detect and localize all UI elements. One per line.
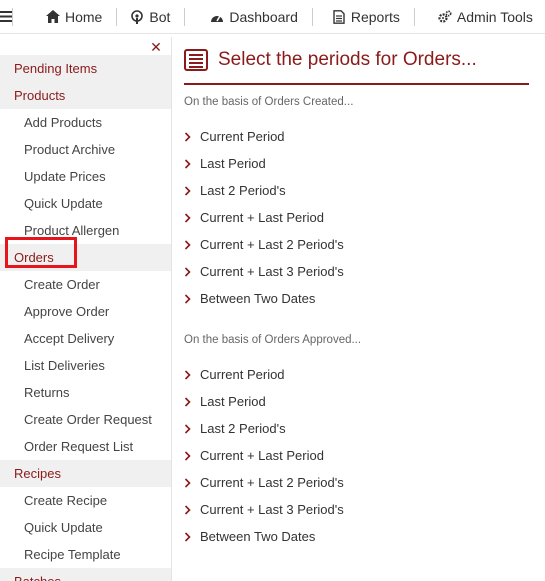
sidebar-item-accept-delivery[interactable]: Accept Delivery <box>0 325 171 352</box>
nav-dashboard-label: Dashboard <box>229 8 298 25</box>
sidebar-menu: Pending Items Products Add Products Product… <box>0 55 171 581</box>
nav-reports-label: Reports <box>350 8 400 25</box>
approved-period-label: Between Two Dates <box>200 529 316 544</box>
nav-bot[interactable]: Bot <box>116 0 184 33</box>
sidebar-item-approve-order[interactable]: Approve Order <box>0 298 171 325</box>
chevron-right-icon <box>184 450 200 461</box>
chevron-right-icon <box>184 369 200 380</box>
created-period-link[interactable]: Last 2 Period's <box>184 177 545 204</box>
nav-reports[interactable]: Reports <box>311 0 414 33</box>
sidebar-item-order-request-list[interactable]: Order Request List <box>0 433 171 460</box>
approved-period-link[interactable]: Last 2 Period's <box>184 415 545 442</box>
chevron-right-icon <box>184 504 200 515</box>
chevron-right-icon <box>184 185 200 196</box>
list-icon <box>184 49 208 71</box>
podcast-icon <box>130 9 144 24</box>
home-icon <box>46 10 60 24</box>
created-period-label: Last Period <box>200 156 266 171</box>
sidebar-group-batches[interactable]: Batches <box>0 568 171 581</box>
nav-home[interactable]: Home <box>12 0 116 33</box>
sidebar-item-recipe-template[interactable]: Recipe Template <box>0 541 171 568</box>
nav-bot-label: Bot <box>149 8 171 25</box>
hamburger-menu-icon[interactable] <box>0 0 12 33</box>
page-header: Select the periods for Orders... <box>184 37 529 85</box>
sidebar-item-update-prices[interactable]: Update Prices <box>0 163 171 190</box>
created-period-label: Last 2 Period's <box>200 183 286 198</box>
close-icon[interactable]: ✕ <box>150 40 162 54</box>
chevron-right-icon <box>184 131 200 142</box>
nav-dashboard[interactable]: Dashboard <box>184 0 312 33</box>
chevron-right-icon <box>184 158 200 169</box>
sidebar-group-products[interactable]: Products <box>0 82 171 109</box>
section-label-approved: On the basis of Orders Approved... <box>184 334 362 346</box>
approved-period-link[interactable]: Last Period <box>184 388 545 415</box>
created-period-label: Current Period <box>200 129 285 144</box>
page-title: Select the periods for Orders... <box>218 49 477 70</box>
chevron-right-icon <box>184 293 200 304</box>
nav-home-label: Home <box>65 8 103 25</box>
sidebar-item-quick-update[interactable]: Quick Update <box>0 514 171 541</box>
document-icon <box>332 9 346 24</box>
chevron-right-icon <box>184 396 200 407</box>
created-period-label: Current + Last Period <box>200 210 324 225</box>
top-navbar: Home Bot Dashboard Reports Admin Tools <box>0 0 545 34</box>
main-content: Select the periods for Orders... On the … <box>184 37 545 550</box>
created-period-label: Current + Last 3 Period's <box>200 264 344 279</box>
sidebar-item-product-archive[interactable]: Product Archive <box>0 136 171 163</box>
chevron-right-icon <box>184 212 200 223</box>
approved-period-label: Current + Last 3 Period's <box>200 502 344 517</box>
approved-period-link[interactable]: Current Period <box>184 361 545 388</box>
sidebar-group-pending-items[interactable]: Pending Items <box>0 55 171 82</box>
created-period-link[interactable]: Current Period <box>184 123 545 150</box>
sidebar-item-list-deliveries[interactable]: List Deliveries <box>0 352 171 379</box>
sidebar-group-recipes[interactable]: Recipes <box>0 460 171 487</box>
sidebar-item-create-order[interactable]: Create Order <box>0 271 171 298</box>
sidebar-item-create-order-request[interactable]: Create Order Request <box>0 406 171 433</box>
chevron-right-icon <box>184 477 200 488</box>
chevron-right-icon <box>184 266 200 277</box>
sidebar-item-returns[interactable]: Returns <box>0 379 171 406</box>
sidebar-item-quick-update[interactable]: Quick Update <box>0 190 171 217</box>
created-period-list: Current Period Last Period Last 2 Period's… <box>184 123 545 312</box>
chevron-right-icon <box>184 531 200 542</box>
nav-admin-tools[interactable]: Admin Tools <box>413 0 545 33</box>
approved-period-link[interactable]: Current + Last Period <box>184 442 545 469</box>
approved-period-label: Current + Last Period <box>200 448 324 463</box>
approved-period-label: Last Period <box>200 394 266 409</box>
dashboard-gauge-icon <box>210 10 224 24</box>
sidebar-item-add-products[interactable]: Add Products <box>0 109 171 136</box>
created-period-link[interactable]: Between Two Dates <box>184 285 545 312</box>
sidebar-group-orders[interactable]: Orders <box>0 244 171 271</box>
created-period-link[interactable]: Current + Last 2 Period's <box>184 231 545 258</box>
nav-admin-tools-label: Admin Tools <box>456 8 533 25</box>
approved-period-label: Current + Last 2 Period's <box>200 475 344 490</box>
approved-period-link[interactable]: Current + Last 2 Period's <box>184 469 545 496</box>
approved-period-label: Last 2 Period's <box>200 421 286 436</box>
approved-period-link[interactable]: Current + Last 3 Period's <box>184 496 545 523</box>
created-period-label: Current + Last 2 Period's <box>200 237 344 252</box>
chevron-right-icon <box>184 239 200 250</box>
approved-period-list: Current Period Last Period Last 2 Period's… <box>184 361 545 550</box>
created-period-link[interactable]: Last Period <box>184 150 545 177</box>
sidebar-item-create-recipe[interactable]: Create Recipe <box>0 487 171 514</box>
created-period-link[interactable]: Current + Last 3 Period's <box>184 258 545 285</box>
chevron-right-icon <box>184 423 200 434</box>
sidebar: ✕ Pending Items Products Add Products Produ… <box>0 37 172 581</box>
sidebar-item-product-allergen[interactable]: Product Allergen <box>0 217 171 244</box>
gears-icon <box>438 9 452 24</box>
section-label-created: On the basis of Orders Created... <box>184 96 354 108</box>
approved-period-link[interactable]: Between Two Dates <box>184 523 545 550</box>
created-period-link[interactable]: Current + Last Period <box>184 204 545 231</box>
approved-period-label: Current Period <box>200 367 285 382</box>
created-period-label: Between Two Dates <box>200 291 316 306</box>
